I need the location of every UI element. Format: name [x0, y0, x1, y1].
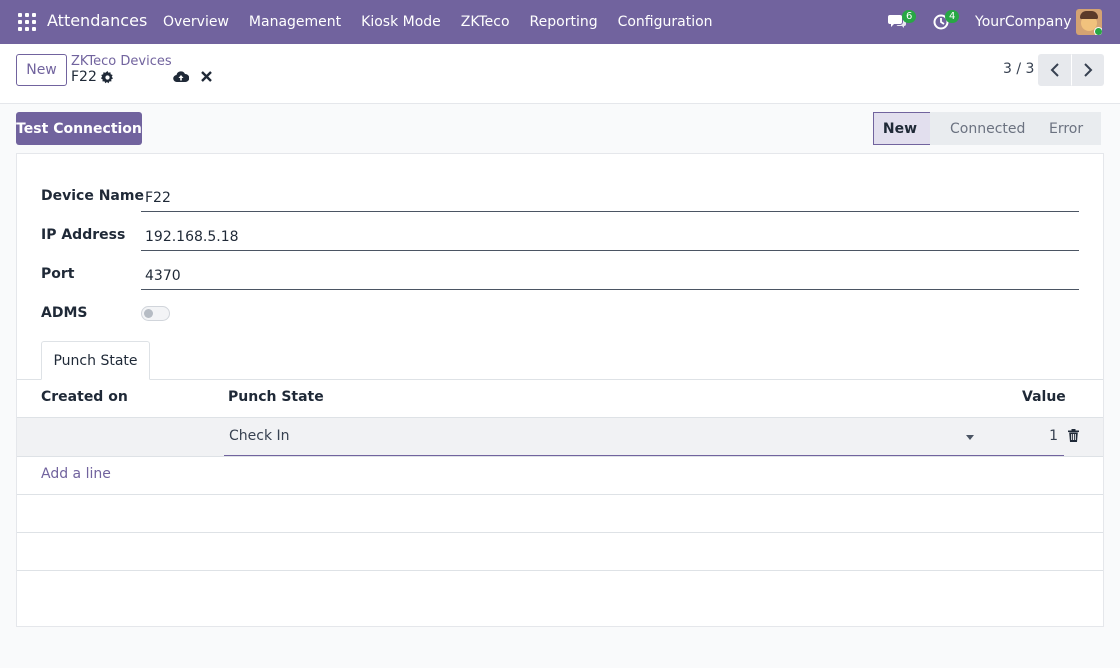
column-created-on[interactable]: Created on	[41, 389, 128, 405]
status-bar: New Connected Error	[873, 112, 1101, 145]
app-title[interactable]: Attendances	[47, 11, 147, 30]
value-cell[interactable]: 1	[1042, 428, 1058, 444]
chevron-down-icon[interactable]	[966, 435, 974, 440]
tab-divider	[17, 379, 1103, 380]
menu-management[interactable]: Management	[249, 14, 341, 30]
port-label: Port	[41, 266, 75, 282]
menu-reporting[interactable]: Reporting	[530, 14, 598, 30]
pager-value[interactable]: 3 / 3	[1003, 61, 1034, 77]
row-divider	[17, 532, 1103, 533]
activity-count-badge: 4	[945, 10, 960, 23]
status-stage-connected[interactable]: Connected	[930, 112, 1027, 145]
company-switcher[interactable]: YourCompany	[975, 14, 1072, 30]
gear-icon[interactable]	[101, 71, 114, 84]
adms-label: ADMS	[41, 305, 88, 321]
record-name: F22	[71, 69, 97, 85]
pager-previous-button[interactable]	[1038, 54, 1071, 86]
device-name-label: Device Name	[41, 188, 144, 204]
control-panel: New ZKTeco Devices F22 3 / 3	[0, 44, 1120, 104]
column-value[interactable]: Value	[1022, 389, 1066, 405]
form-sheet: Device Name F22 IP Address 192.168.5.18 …	[16, 153, 1104, 627]
new-button[interactable]: New	[16, 54, 67, 86]
row-divider	[17, 570, 1103, 571]
chat-count-badge: 6	[902, 10, 917, 23]
status-stage-error[interactable]: Error	[1027, 112, 1101, 145]
row-divider	[17, 456, 1103, 457]
menu-zkteco[interactable]: ZKTeco	[461, 14, 510, 30]
chevron-right-icon	[1083, 63, 1092, 77]
status-stage-new[interactable]: New	[873, 112, 931, 145]
row-divider	[17, 494, 1103, 495]
column-punch-state[interactable]: Punch State	[228, 389, 324, 405]
menu-overview[interactable]: Overview	[163, 14, 229, 30]
device-name-field[interactable]: F22	[141, 186, 1079, 212]
add-line-link[interactable]: Add a line	[41, 466, 111, 482]
adms-toggle[interactable]	[141, 306, 170, 321]
test-connection-button[interactable]: Test Connection	[16, 112, 142, 145]
online-status-icon	[1094, 27, 1102, 35]
menu-configuration[interactable]: Configuration	[618, 14, 713, 30]
tab-punch-state[interactable]: Punch State	[41, 341, 150, 380]
save-cloud-icon[interactable]	[173, 70, 189, 84]
apps-grid-icon[interactable]	[18, 13, 36, 31]
top-navbar: Attendances Overview Management Kiosk Mo…	[0, 0, 1120, 44]
chevron-left-icon	[1050, 63, 1059, 77]
pager-next-button[interactable]	[1071, 54, 1104, 86]
discard-icon[interactable]	[201, 71, 212, 82]
punch-state-select[interactable]: Check In	[224, 418, 1064, 456]
menu-kiosk-mode[interactable]: Kiosk Mode	[361, 14, 441, 30]
trash-icon[interactable]	[1068, 429, 1079, 442]
breadcrumb-zkteco-devices[interactable]: ZKTeco Devices	[71, 54, 172, 69]
ip-address-label: IP Address	[41, 227, 126, 243]
main-menu: Overview Management Kiosk Mode ZKTeco Re…	[163, 14, 733, 30]
user-avatar[interactable]	[1076, 9, 1102, 35]
port-field[interactable]: 4370	[141, 264, 1079, 290]
ip-address-field[interactable]: 192.168.5.18	[141, 225, 1079, 251]
